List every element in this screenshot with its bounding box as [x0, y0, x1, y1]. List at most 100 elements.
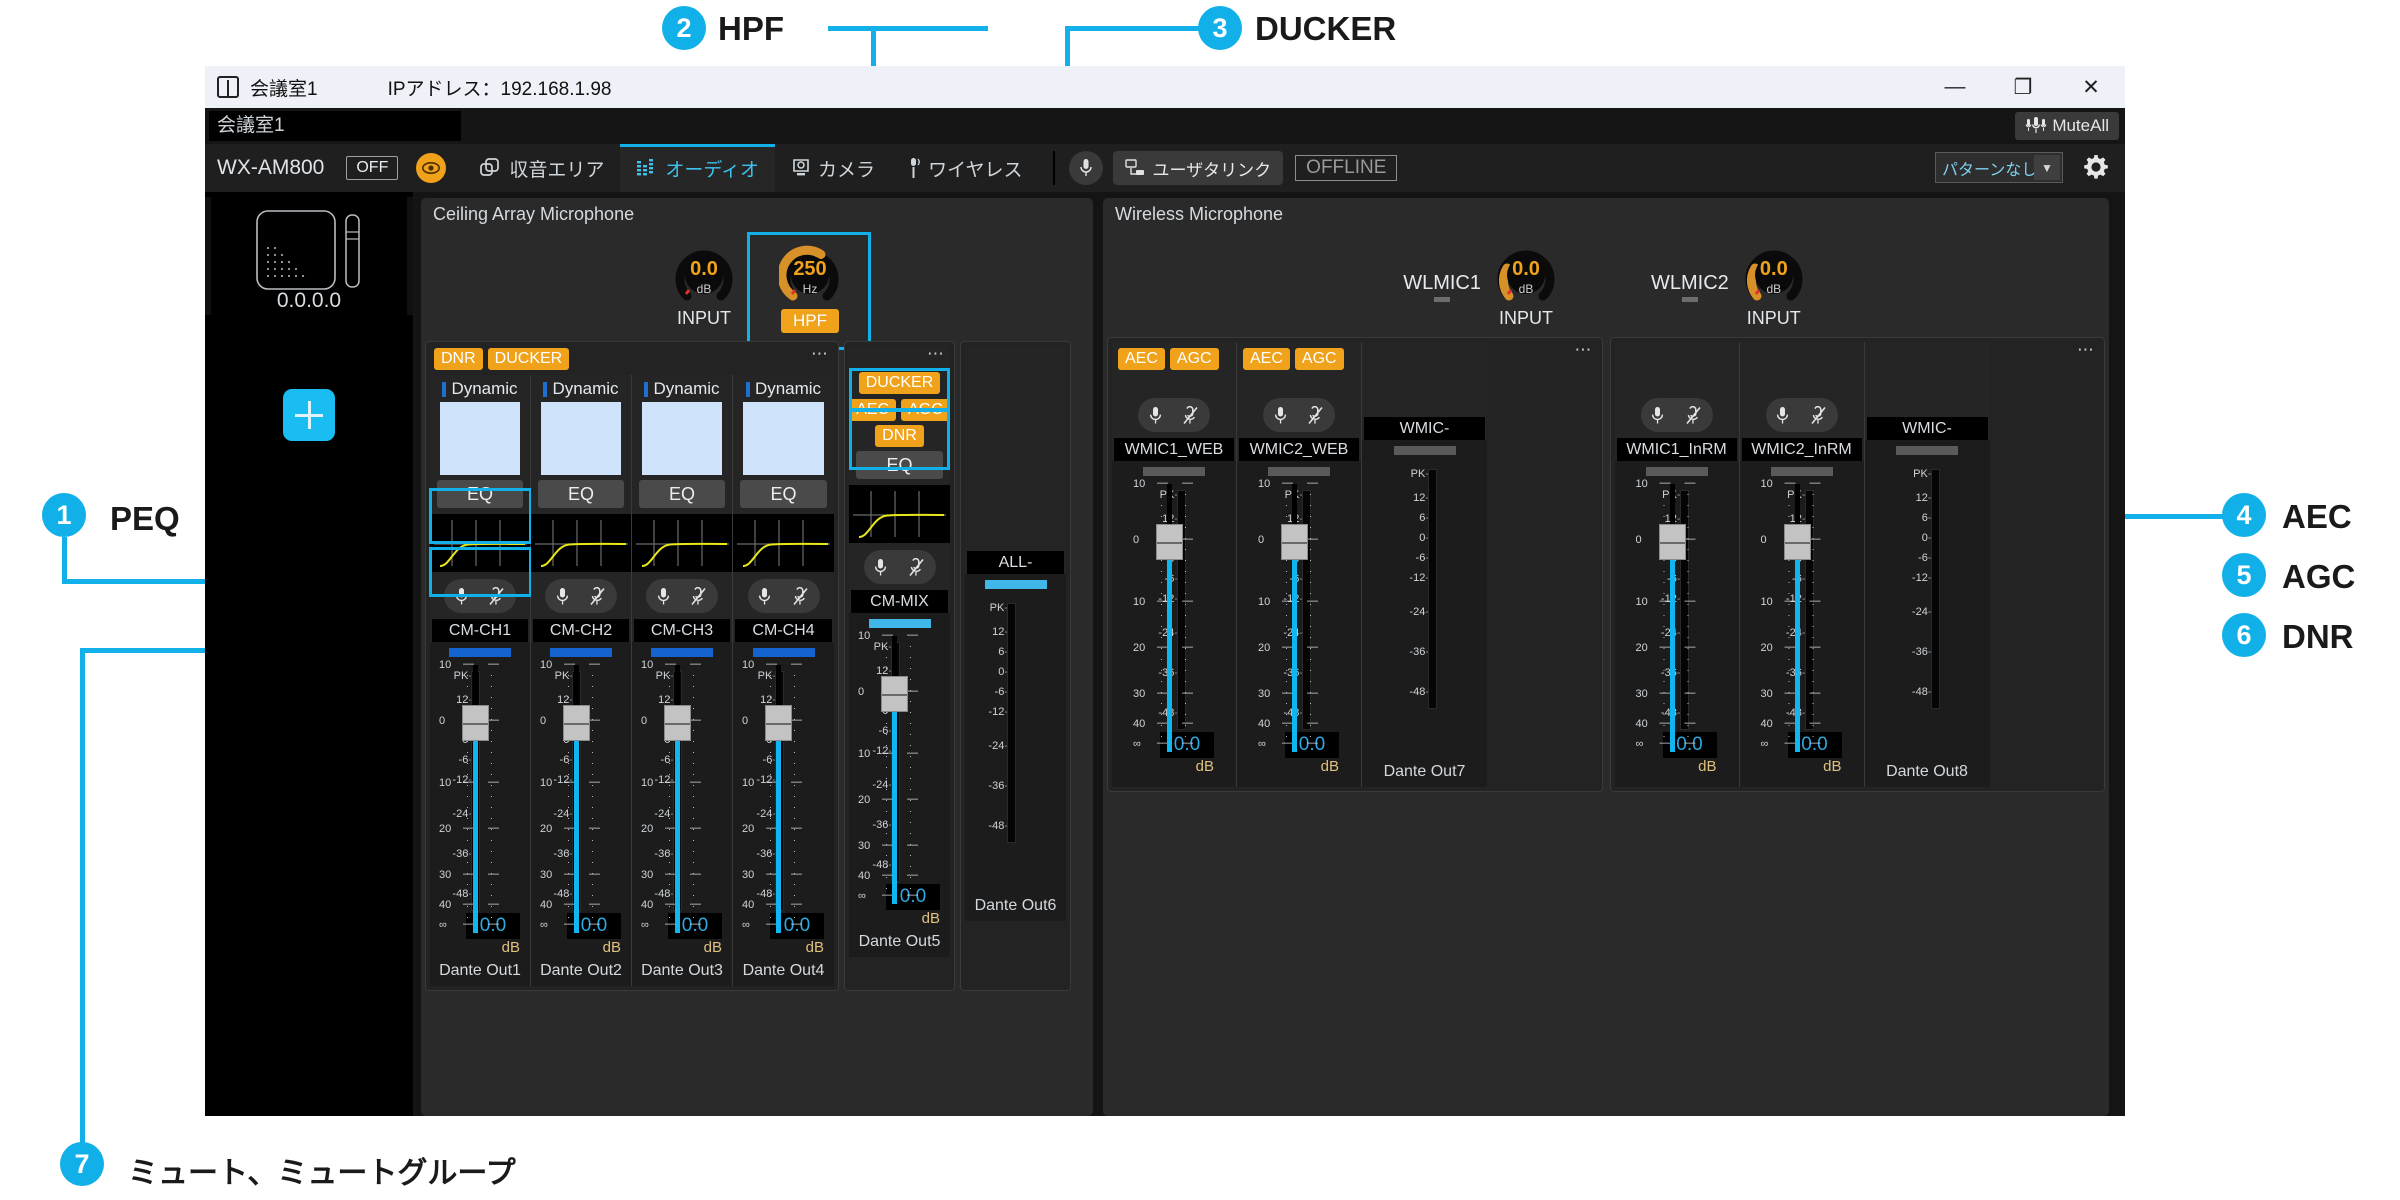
input-knob-dial[interactable]: 0.0 dB — [673, 244, 735, 306]
inrm-group-menu-button[interactable]: ⋯ — [2077, 340, 2096, 360]
hpf-toggle-chip[interactable]: HPF — [781, 309, 839, 333]
wlmic1-input-knob[interactable]: 0.0 dB INPUT — [1491, 244, 1561, 329]
fader-minor-tick: · — [1788, 599, 1791, 609]
fader-minor-tick: · — [1663, 511, 1666, 521]
fader-handle[interactable] — [1156, 524, 1183, 560]
chevron-down-icon[interactable]: ▼ — [2034, 155, 2060, 180]
fader-handle[interactable] — [563, 705, 590, 741]
meter-tick: -24- — [756, 808, 776, 820]
fader-handle[interactable] — [881, 676, 908, 712]
mute-controls[interactable] — [1263, 398, 1335, 432]
badge-aec[interactable]: AEC — [849, 399, 896, 421]
ceiling-array-group: Ceiling Array Microphone 0.0 dB — [421, 198, 1093, 1116]
eq-curve-display[interactable] — [849, 485, 950, 543]
badge-dnr[interactable]: DNR — [434, 348, 483, 370]
mute-all-button[interactable]: MuteAll — [2015, 112, 2119, 140]
fader-minor-tick: · — [909, 861, 912, 871]
badge-dnr[interactable]: DNR — [875, 425, 924, 447]
mute-controls[interactable] — [1641, 398, 1713, 432]
fader-handle[interactable] — [765, 705, 792, 741]
eq-curve-display[interactable] — [531, 514, 631, 572]
add-device-button[interactable] — [283, 389, 335, 441]
eq-curve-display[interactable] — [430, 514, 530, 572]
pattern-select[interactable]: パターンなし ▼ — [1935, 152, 2063, 183]
tab-camera[interactable]: カメラ — [775, 144, 891, 192]
fader-minor-tick: · — [769, 857, 772, 867]
mute-controls[interactable] — [748, 579, 820, 613]
route-indicator — [1268, 467, 1330, 476]
badge-ducker[interactable]: DUCKER — [859, 372, 941, 394]
fader-minor-tick: · — [490, 714, 493, 724]
badge-aec[interactable]: AEC — [1243, 348, 1290, 370]
fader-minor-tick: · — [793, 692, 796, 702]
fader-minor-tick: · — [1309, 621, 1312, 631]
data-link-button[interactable]: ユーザタリンク — [1113, 151, 1284, 185]
fader-minor-tick: · — [1663, 489, 1666, 499]
mute-controls[interactable] — [1766, 398, 1838, 432]
gain-unit-label: dB — [849, 910, 950, 927]
ceiling-input-knob[interactable]: 0.0 dB INPUT — [662, 244, 746, 329]
channel-activity-display — [541, 402, 621, 475]
fader-minor-tick: · — [490, 901, 493, 911]
ceiling-hpf-knob[interactable]: 250 Hz HPF — [768, 244, 852, 333]
fader-handle[interactable] — [1784, 524, 1811, 560]
tab-wireless[interactable]: ワイヤレス — [891, 144, 1038, 192]
fader-scale-label: 20 — [1258, 642, 1270, 654]
power-toggle[interactable]: OFF — [346, 156, 398, 180]
eq-button[interactable]: EQ — [740, 480, 827, 508]
eq-button[interactable]: EQ — [437, 480, 523, 508]
channel-type-row[interactable]: Dynamic — [632, 375, 732, 402]
wlmic2-input-knob[interactable]: 0.0 dB INPUT — [1739, 244, 1809, 329]
mute-controls[interactable] — [545, 579, 617, 613]
eq-button[interactable]: EQ — [639, 480, 725, 508]
web-group-menu-button[interactable]: ⋯ — [1575, 340, 1594, 360]
eq-button[interactable]: EQ — [856, 451, 943, 479]
tab-audio[interactable]: オーディオ — [620, 144, 775, 192]
settings-button[interactable] — [2083, 154, 2109, 185]
wlmic2-knob-dial[interactable]: 0.0 dB — [1743, 244, 1805, 306]
fader-minor-tick: · — [490, 747, 493, 757]
channel-type-row[interactable]: Dynamic — [733, 375, 834, 402]
fader-minor-tick: · — [1160, 511, 1163, 521]
fader-handle[interactable] — [1281, 524, 1308, 560]
badge-agc[interactable]: AGC — [901, 399, 950, 421]
badge-agc[interactable]: AGC — [1295, 348, 1344, 370]
mute-controls[interactable] — [444, 579, 516, 613]
hpf-knob-dial[interactable]: 250 Hz — [779, 244, 841, 306]
fader-minor-tick: · — [1687, 687, 1690, 697]
minimize-button[interactable]: — — [1921, 66, 1989, 108]
badge-aec[interactable]: AEC — [1118, 348, 1165, 370]
mute-controls[interactable] — [1138, 398, 1210, 432]
eq-button[interactable]: EQ — [538, 480, 624, 508]
channel-group-menu-button[interactable]: ⋯ — [811, 344, 830, 364]
fader-scale-label: 10 — [1636, 596, 1648, 608]
fader-handle[interactable] — [664, 705, 691, 741]
device-card[interactable]: 0.0.0.0 — [205, 197, 413, 315]
eq-curve-display[interactable] — [632, 514, 732, 572]
close-button[interactable]: ✕ — [2057, 66, 2125, 108]
room-name-field[interactable]: 会議室1 — [209, 111, 461, 141]
visibility-toggle-button[interactable] — [416, 153, 446, 183]
fader-minor-tick: · — [1184, 610, 1187, 620]
tab-collection-area[interactable]: 収音エリア — [464, 144, 620, 192]
fader-minor-tick: · — [1285, 566, 1288, 576]
mute-controls[interactable] — [864, 550, 936, 584]
fader-handle[interactable] — [1659, 524, 1686, 560]
badge-ducker[interactable]: DUCKER — [488, 348, 570, 370]
fader-minor-tick: · — [591, 868, 594, 878]
channel-type-row[interactable]: Dynamic — [531, 375, 631, 402]
mute-icon — [556, 587, 569, 606]
mute-controls[interactable] — [646, 579, 718, 613]
fader-minor-tick: · — [1285, 698, 1288, 708]
channel-type-row[interactable]: Dynamic — [430, 375, 530, 402]
fader-handle[interactable] — [462, 705, 489, 741]
mix-group-menu-button[interactable]: ⋯ — [927, 344, 946, 364]
fader-scale-label: 40 — [439, 899, 451, 911]
eq-curve-display[interactable] — [733, 514, 834, 572]
maximize-button[interactable]: ❐ — [1989, 66, 2057, 108]
tab-label: 収音エリア — [509, 155, 604, 182]
wlmic2-name-block: WLMIC2 — [1651, 272, 1729, 302]
global-mic-button[interactable] — [1069, 151, 1103, 185]
wlmic1-knob-dial[interactable]: 0.0 dB — [1495, 244, 1557, 306]
badge-agc[interactable]: AGC — [1170, 348, 1219, 370]
